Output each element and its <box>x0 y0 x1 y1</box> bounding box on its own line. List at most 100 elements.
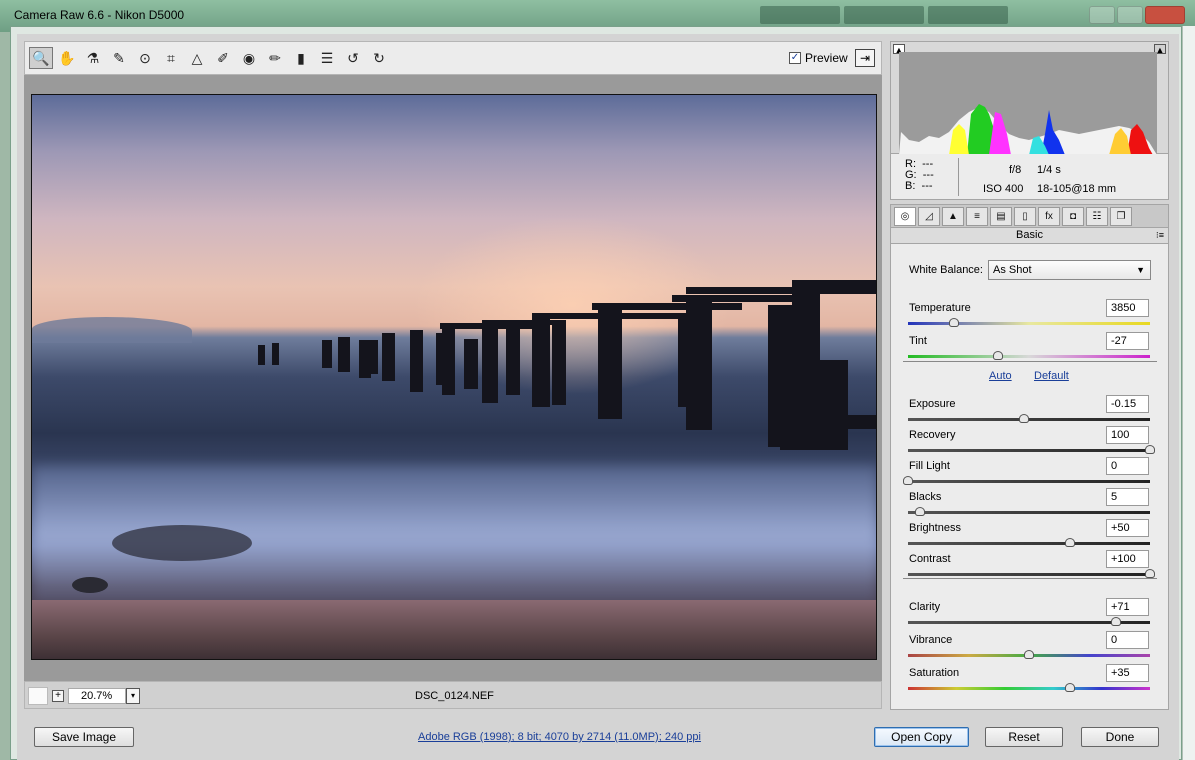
section-divider <box>903 361 1157 362</box>
zoom-level-field[interactable]: 20.7% <box>68 688 126 704</box>
preferences-tool-icon[interactable]: ☰ <box>315 47 339 69</box>
contrast-label: Contrast <box>909 553 951 565</box>
straighten-tool-icon[interactable]: △ <box>185 47 209 69</box>
clarity-slider-thumb[interactable] <box>1111 617 1122 626</box>
contrast-slider[interactable] <box>908 569 1155 578</box>
maximize-button[interactable] <box>1117 6 1143 24</box>
exposure-value-field[interactable]: -0.15 <box>1106 395 1149 413</box>
white-balance-tool-icon[interactable]: ⚗ <box>81 47 105 69</box>
background-window-strip <box>1182 26 1195 760</box>
tab-detail[interactable]: ▲ <box>942 207 964 226</box>
pixel-info: R: --- G: --- B: --- f/8 1/4 s ISO 400 18-… <box>890 154 1169 200</box>
recovery-slider-thumb[interactable] <box>1145 445 1155 454</box>
blacks-slider-thumb[interactable] <box>915 507 926 516</box>
fill-light-label: Fill Light <box>909 460 950 472</box>
b-label: B: <box>905 180 916 192</box>
file-name: DSC_0124.NEF <box>415 690 494 702</box>
toolbar: 🔍 ✋ ⚗ ✎ ⊙ ⌗ △ ✐ ◉ ✏ ▮ ☰ ↺ ↻ ✓ Preview ⇥ <box>24 41 882 75</box>
blacks-label: Blacks <box>909 491 942 503</box>
contrast-slider-thumb[interactable] <box>1145 569 1155 578</box>
window-title: Camera Raw 6.6 - Nikon D5000 <box>14 8 185 22</box>
tab-lens-corrections[interactable]: ▯ <box>1014 207 1036 226</box>
tab-presets[interactable]: ☷ <box>1086 207 1108 226</box>
tab-basic[interactable]: ◎ <box>894 207 916 226</box>
tint-value-field[interactable]: -27 <box>1106 332 1149 350</box>
vibrance-slider-thumb[interactable] <box>1024 650 1034 659</box>
minimize-button[interactable] <box>1089 6 1115 24</box>
clarity-value-field[interactable]: +71 <box>1106 598 1149 616</box>
background-app-workspace-tabs <box>760 6 1008 24</box>
vibrance-slider[interactable] <box>908 650 1150 659</box>
exposure-slider-thumb[interactable] <box>1019 414 1030 423</box>
tint-label: Tint <box>909 335 927 347</box>
fill-light-value-field[interactable]: 0 <box>1106 457 1149 475</box>
tab-hsl[interactable]: ≡ <box>966 207 988 226</box>
zoom-in-button[interactable]: + <box>52 690 64 702</box>
vibrance-label: Vibrance <box>909 634 953 646</box>
vibrance-value-field[interactable]: 0 <box>1106 631 1149 649</box>
recovery-slider[interactable] <box>908 445 1155 454</box>
blacks-slider[interactable] <box>908 507 1150 516</box>
section-divider <box>903 578 1157 579</box>
color-sampler-tool-icon[interactable]: ✎ <box>107 47 131 69</box>
rgb-readout: R: --- G: --- B: --- <box>905 159 934 192</box>
red-eye-tool-icon[interactable]: ◉ <box>237 47 261 69</box>
brightness-slider[interactable] <box>908 538 1150 547</box>
saturation-slider[interactable] <box>908 683 1150 692</box>
fill-light-slider-thumb[interactable] <box>903 476 913 485</box>
saturation-value-field[interactable]: +35 <box>1106 664 1149 682</box>
tab-effects[interactable]: fx <box>1038 207 1060 226</box>
adjustment-brush-tool-icon[interactable]: ✏ <box>263 47 287 69</box>
workflow-options-link[interactable]: Adobe RGB (1998); 8 bit; 4070 by 2714 (1… <box>418 731 701 743</box>
white-balance-select[interactable]: As Shot ▼ <box>988 260 1151 280</box>
fill-light-slider[interactable] <box>903 476 1150 485</box>
photo-preview[interactable] <box>31 94 877 660</box>
rotate-left-tool-icon[interactable]: ↺ <box>341 47 365 69</box>
close-button[interactable] <box>1145 6 1185 24</box>
panel-tabs: ◎ ◿ ▲ ≡ ▤ ▯ fx ◘ ☷ ❐ <box>890 204 1169 228</box>
tab-split-toning[interactable]: ▤ <box>990 207 1012 226</box>
reset-button[interactable]: Reset <box>985 727 1063 747</box>
lens: 18-105@18 mm <box>1037 183 1117 195</box>
blacks-value-field[interactable]: 5 <box>1106 488 1149 506</box>
exposure-slider[interactable] <box>908 414 1150 423</box>
zoom-tool-icon[interactable]: 🔍 <box>29 47 53 69</box>
graduated-filter-tool-icon[interactable]: ▮ <box>289 47 313 69</box>
b-value: --- <box>921 180 933 192</box>
temperature-value-field[interactable]: 3850 <box>1106 299 1149 317</box>
recovery-value-field[interactable]: 100 <box>1106 426 1149 444</box>
panel-menu-icon[interactable]: ⁝≡ <box>1156 228 1164 242</box>
preview-toggle[interactable]: ✓ Preview <box>789 51 848 65</box>
targeted-adjustment-tool-icon[interactable]: ⊙ <box>133 47 157 69</box>
contrast-value-field[interactable]: +100 <box>1106 550 1149 568</box>
done-button[interactable]: Done <box>1081 727 1159 747</box>
tool-group: 🔍 ✋ ⚗ ✎ ⊙ ⌗ △ ✐ ◉ ✏ ▮ ☰ ↺ ↻ <box>29 47 391 69</box>
spot-removal-tool-icon[interactable]: ✐ <box>211 47 235 69</box>
tab-snapshots[interactable]: ❐ <box>1110 207 1132 226</box>
fullscreen-toggle-icon[interactable]: ⇥ <box>855 49 875 67</box>
rotate-right-tool-icon[interactable]: ↻ <box>367 47 391 69</box>
tab-camera-calibration[interactable]: ◘ <box>1062 207 1084 226</box>
crop-tool-icon[interactable]: ⌗ <box>159 47 183 69</box>
clarity-slider[interactable] <box>908 617 1150 626</box>
open-copy-button[interactable]: Open Copy <box>874 727 969 747</box>
temperature-slider-thumb[interactable] <box>948 318 959 327</box>
saturation-label: Saturation <box>909 667 960 679</box>
save-image-button[interactable]: Save Image <box>34 727 134 747</box>
tint-slider[interactable] <box>908 351 1150 360</box>
brightness-value-field[interactable]: +50 <box>1106 519 1149 537</box>
brightness-slider-thumb[interactable] <box>1065 538 1076 547</box>
aperture: f/8 <box>1009 164 1022 176</box>
temperature-slider[interactable] <box>908 318 1150 327</box>
auto-link[interactable]: Auto <box>989 370 1012 382</box>
tab-tone-curve[interactable]: ◿ <box>918 207 940 226</box>
preview-checkbox[interactable]: ✓ <box>789 52 801 64</box>
default-link[interactable]: Default <box>1034 370 1069 382</box>
histogram-graph <box>899 52 1157 155</box>
window-controls[interactable] <box>1089 6 1185 24</box>
saturation-slider-thumb[interactable] <box>1065 683 1076 692</box>
tint-slider-thumb[interactable] <box>992 351 1003 360</box>
image-canvas[interactable] <box>24 75 882 681</box>
hand-tool-icon[interactable]: ✋ <box>55 47 79 69</box>
zoom-dropdown-icon[interactable]: ▾ <box>126 688 140 704</box>
